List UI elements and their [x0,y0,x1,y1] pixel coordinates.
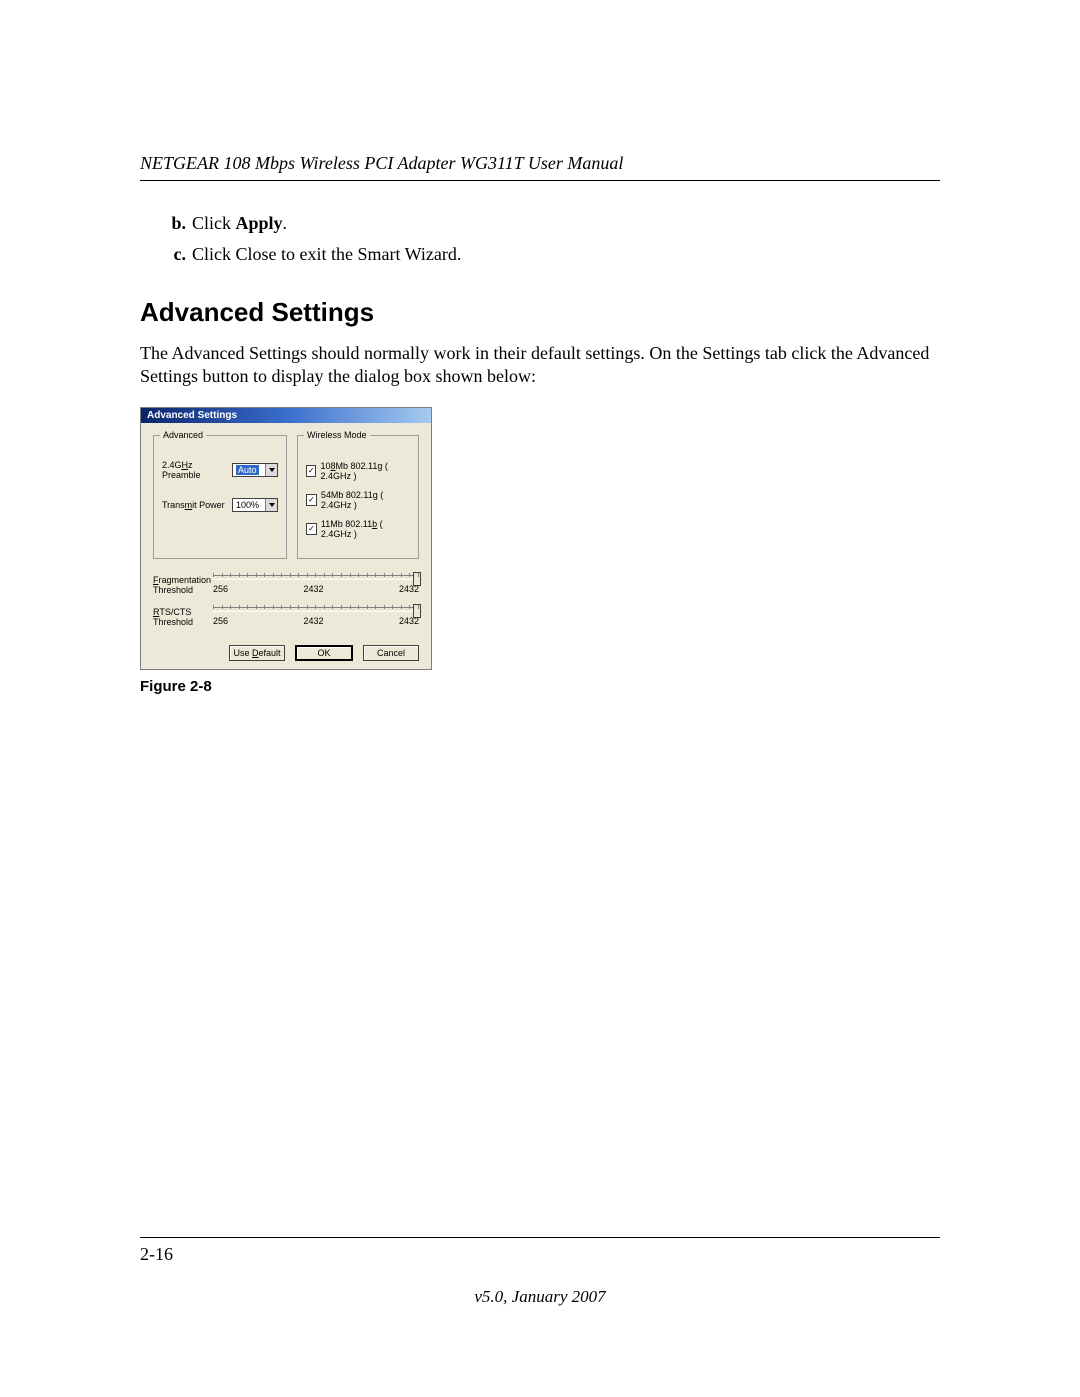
page-number: 2-16 [140,1244,940,1265]
version-line: v5.0, January 2007 [140,1287,940,1307]
footer-rule [140,1237,940,1238]
rts-label: RTS/CTSThreshold [153,605,213,631]
mode-54-label: 54Mb 802.11g ( 2.4GHz ) [321,490,410,510]
step-b-suffix: . [283,213,288,233]
step-b-text: Click Apply. [192,213,940,234]
advanced-legend: Advanced [160,430,206,440]
mode-11-checkbox[interactable]: ✓ [306,523,317,535]
step-b-marker: b. [140,213,192,234]
rts-min: 256 [213,616,228,626]
page-header: NETGEAR 108 Mbps Wireless PCI Adapter WG… [140,153,940,181]
preamble-value: Auto [236,465,259,475]
fragmentation-slider[interactable]: 256 2432 2432 [213,573,419,599]
rts-mid: 2432 [303,616,323,626]
use-default-button[interactable]: Use Default [229,645,285,661]
dialog-title: Advanced Settings [141,408,431,423]
rts-slider[interactable]: 256 2432 2432 [213,605,419,631]
wireless-mode-group: Wireless Mode ✓ 108Mb 802.11g ( 2.4GHz )… [297,435,419,559]
power-dropdown[interactable]: 100% [232,498,278,512]
preamble-dropdown[interactable]: Auto [232,463,278,477]
header-rule [140,180,940,181]
section-heading: Advanced Settings [140,297,940,328]
mode-54-checkbox[interactable]: ✓ [306,494,317,506]
ok-button[interactable]: OK [295,645,353,661]
wireless-legend: Wireless Mode [304,430,370,440]
dialog-top-row: Advanced 2.4GHz Preamble Auto Transmit P… [153,435,419,559]
advanced-settings-dialog: Advanced Settings Advanced 2.4GHz Preamb… [140,407,432,670]
manual-page: NETGEAR 108 Mbps Wireless PCI Adapter WG… [0,0,1080,1397]
fragmentation-label: FragmentationThreshold [153,573,213,599]
frag-min: 256 [213,584,228,594]
mode-108-row: ✓ 108Mb 802.11g ( 2.4GHz ) [306,461,410,481]
step-c-text: Click Close to exit the Smart Wizard. [192,244,940,265]
chevron-down-icon[interactable] [265,499,277,511]
power-row: Transmit Power 100% [162,498,278,512]
fragmentation-slider-row: FragmentationThreshold 256 2432 2432 [153,573,419,599]
rts-slider-row: RTS/CTSThreshold 256 2432 2432 [153,605,419,631]
mode-11-row: ✓ 11Mb 802.11b ( 2.4GHz ) [306,519,410,539]
frag-mid: 2432 [303,584,323,594]
step-b-bold: Apply [236,213,283,233]
preamble-label: 2.4GHz Preamble [162,460,232,480]
step-b: b. Click Apply. [140,213,940,234]
mode-108-checkbox[interactable]: ✓ [306,465,316,477]
preamble-row: 2.4GHz Preamble Auto [162,460,278,480]
page-footer: 2-16 v5.0, January 2007 [140,1237,940,1307]
power-label: Transmit Power [162,500,232,510]
doc-title: NETGEAR 108 Mbps Wireless PCI Adapter WG… [140,153,940,174]
step-b-prefix: Click [192,213,236,233]
section-paragraph: The Advanced Settings should normally wo… [140,342,940,389]
step-c: c. Click Close to exit the Smart Wizard. [140,244,940,265]
step-c-marker: c. [140,244,192,265]
mode-11-label: 11Mb 802.11b ( 2.4GHz ) [321,519,410,539]
mode-54-row: ✓ 54Mb 802.11g ( 2.4GHz ) [306,490,410,510]
dialog-button-row: Use Default OK Cancel [153,645,419,661]
figure-caption: Figure 2-8 [140,678,940,695]
chevron-down-icon[interactable] [265,464,277,476]
advanced-group: Advanced 2.4GHz Preamble Auto Transmit P… [153,435,287,559]
dialog-body: Advanced 2.4GHz Preamble Auto Transmit P… [141,423,431,669]
cancel-button[interactable]: Cancel [363,645,419,661]
mode-108-label: 108Mb 802.11g ( 2.4GHz ) [320,461,410,481]
power-value: 100% [236,500,259,510]
